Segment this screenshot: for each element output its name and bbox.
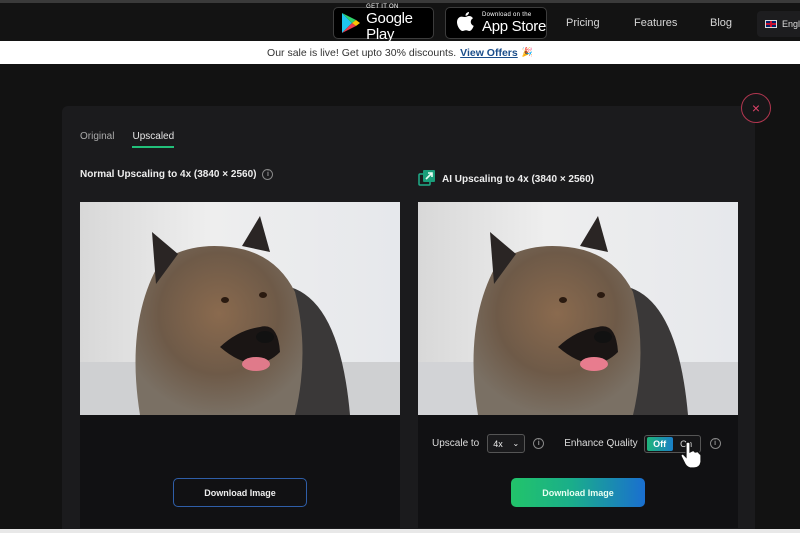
bottom-edge <box>0 529 800 533</box>
normal-heading-text: Normal Upscaling to 4x (3840 × 2560) <box>80 169 257 180</box>
close-button[interactable]: × <box>741 93 771 123</box>
view-tabs: Original Upscaled <box>80 131 175 148</box>
app-store-big: App Store <box>482 17 547 35</box>
download-normal-button[interactable]: Download Image <box>173 478 307 507</box>
tab-upscaled[interactable]: Upscaled <box>132 131 175 148</box>
upscale-info-icon[interactable]: i <box>533 438 545 449</box>
google-play-button[interactable]: GET IT ON Google Play <box>333 4 434 42</box>
top-navbar: GET IT ON Google Play Download on the App … <box>0 0 800 42</box>
ai-result-card: Upscale to 4x ⌄ i Enhance Quality Off On… <box>418 202 738 528</box>
party-icon: 🎉 <box>521 47 533 57</box>
upscale-to-label: Upscale to <box>432 438 480 449</box>
nav-pricing[interactable]: Pricing <box>566 17 600 29</box>
nav-features[interactable]: Features <box>634 17 677 29</box>
hand-cursor-icon <box>680 441 702 474</box>
tab-original[interactable]: Original <box>80 131 114 148</box>
promo-banner: Our sale is live! Get upto 30% discounts… <box>0 41 800 64</box>
upscale-factor-select[interactable]: 4x ⌄ <box>487 434 526 453</box>
upscale-modal: × Original Upscaled Normal Upscaling to … <box>62 93 771 533</box>
banner-text: Our sale is live! Get upto 30% discounts… <box>267 46 457 59</box>
enhance-quality-label: Enhance Quality <box>564 438 638 449</box>
toggle-off-option[interactable]: Off <box>646 436 673 451</box>
upscale-factor-value: 4x <box>493 438 503 449</box>
ai-upscaling-heading: AI Upscaling to 4x (3840 × 2560) <box>418 169 594 190</box>
normal-upscaling-heading: Normal Upscaling to 4x (3840 × 2560) i <box>80 169 274 180</box>
ai-upscale-icon <box>418 169 436 190</box>
google-play-icon <box>340 10 362 36</box>
language-label: English <box>782 19 800 29</box>
info-icon[interactable]: i <box>262 169 274 180</box>
normal-upscaled-image <box>80 202 400 415</box>
language-selector[interactable]: English <box>757 11 800 37</box>
apple-icon <box>452 10 478 36</box>
download-ai-button[interactable]: Download Image <box>511 478 645 507</box>
enhance-info-icon[interactable]: i <box>709 438 721 449</box>
ai-upscaled-image <box>418 202 738 415</box>
google-play-big: Google Play <box>366 9 413 43</box>
app-store-button[interactable]: Download on the App Store <box>445 7 547 39</box>
chevron-down-icon: ⌄ <box>512 439 520 448</box>
normal-result-card: Download Image <box>80 202 400 528</box>
ai-heading-text: AI Upscaling to 4x (3840 × 2560) <box>442 174 595 185</box>
upscale-controls: Upscale to 4x ⌄ i Enhance Quality Off On… <box>432 434 721 453</box>
view-offers-link[interactable]: View Offers <box>460 47 518 59</box>
uk-flag-icon <box>765 20 777 28</box>
close-icon: × <box>751 100 761 116</box>
nav-blog[interactable]: Blog <box>710 17 732 29</box>
